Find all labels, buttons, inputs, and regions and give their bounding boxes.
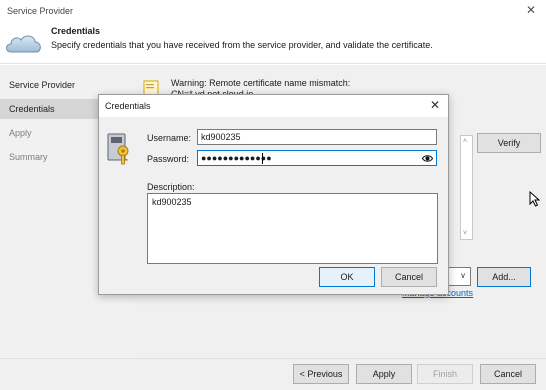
window-close-button[interactable]: ✕ <box>524 3 538 17</box>
scroll-up-arrow-icon[interactable]: ˄ <box>463 138 467 145</box>
window-title: Service Provider <box>7 6 74 16</box>
description-textarea[interactable]: kd900235 <box>147 193 438 264</box>
show-password-eye-icon[interactable] <box>422 153 433 164</box>
combo-dropdown-icon: ∨ <box>460 271 466 280</box>
mouse-pointer-icon <box>529 191 541 207</box>
description-label: Description: <box>147 182 195 192</box>
window-titlebar: Service Provider ✕ <box>0 0 546 24</box>
credentials-dialog: Credentials ✕ Username: kd900235 Passwor… <box>98 94 449 295</box>
verify-button[interactable]: Verify <box>477 133 541 153</box>
cloud-icon <box>6 35 41 53</box>
sidebar-item-service-provider[interactable]: Service Provider <box>0 75 131 95</box>
dialog-close-button[interactable]: ✕ <box>428 98 442 112</box>
add-account-button[interactable]: Add... <box>477 267 531 287</box>
apply-button[interactable]: Apply <box>356 364 412 384</box>
text-caret <box>262 153 263 164</box>
warning-line-1: Warning: Remote certificate name mismatc… <box>171 78 351 88</box>
finish-button: Finish <box>417 364 473 384</box>
header-title: Credentials <box>51 26 101 36</box>
dialog-ok-button[interactable]: OK <box>319 267 375 287</box>
wizard-header: Credentials Specify credentials that you… <box>0 24 546 64</box>
dialog-title: Credentials <box>105 101 151 111</box>
username-input[interactable]: kd900235 <box>197 129 437 145</box>
credentials-key-icon <box>107 133 129 165</box>
header-subtitle: Specify credentials that you have receiv… <box>51 40 433 50</box>
username-label: Username: <box>147 133 192 143</box>
password-label: Password: <box>147 154 190 164</box>
dialog-cancel-button[interactable]: Cancel <box>381 267 437 287</box>
cancel-button[interactable]: Cancel <box>480 364 536 384</box>
password-input[interactable]: ●●●●●●●●●●●●● <box>197 150 437 166</box>
certificate-scrollbar[interactable]: ˄ ˅ <box>460 135 473 240</box>
previous-button[interactable]: < Previous <box>293 364 349 384</box>
dialog-titlebar: Credentials ✕ <box>99 95 448 117</box>
wizard-footer: < Previous Apply Finish Cancel <box>0 358 546 390</box>
scroll-down-arrow-icon[interactable]: ˅ <box>463 230 467 237</box>
